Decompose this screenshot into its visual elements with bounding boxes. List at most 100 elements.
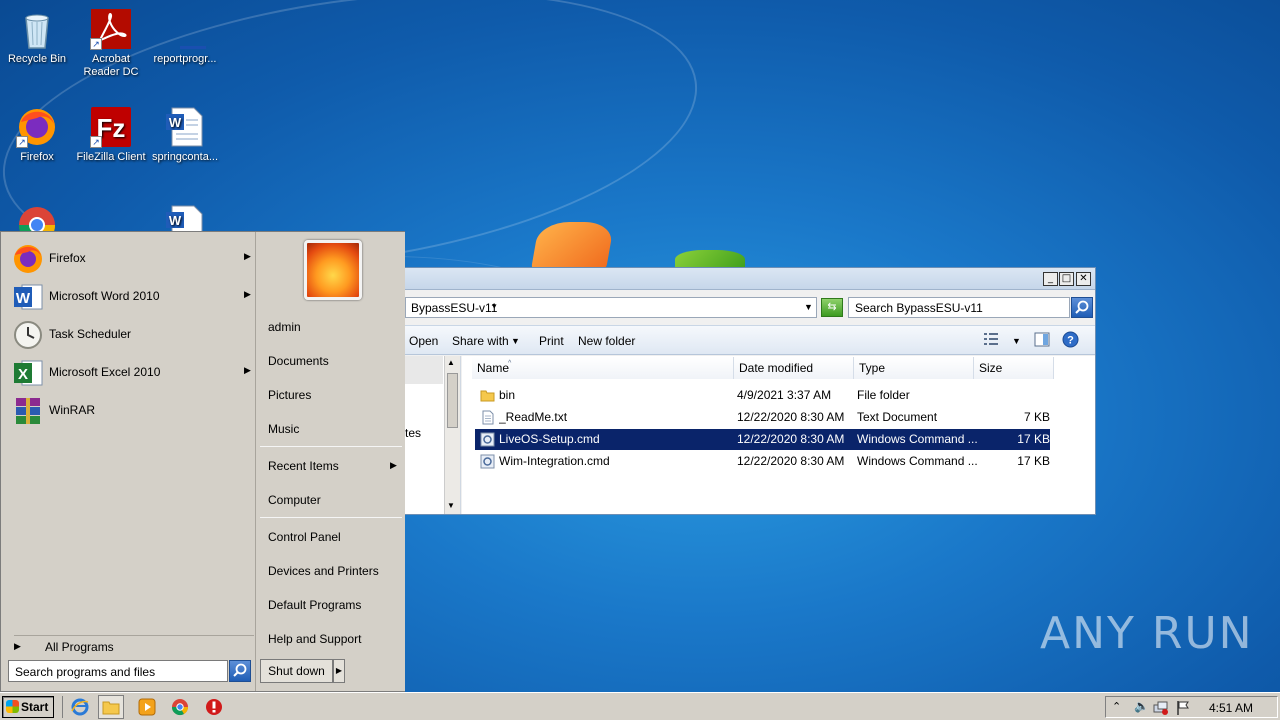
scrollbar-thumb[interactable]	[447, 373, 458, 428]
user-avatar[interactable]	[304, 240, 362, 300]
folder-icon	[480, 390, 495, 402]
column-header-date[interactable]: Date modified	[734, 357, 854, 379]
text-file-icon	[482, 410, 494, 425]
pinned-item-excel[interactable]: X Microsoft Excel 2010 ▶	[12, 355, 254, 389]
shutdown-options-button[interactable]: ▶	[333, 659, 345, 683]
close-button[interactable]: ✕	[1076, 272, 1091, 286]
desktop-icon-label: Recycle Bin	[7, 53, 67, 65]
table-row[interactable]: _ReadMe.txt 12/22/2020 8:30 AM Text Docu…	[475, 407, 1050, 428]
cmd-file-icon	[480, 454, 495, 469]
desktop-icon-springconta[interactable]: W springconta...	[148, 106, 222, 164]
control-panel-link[interactable]: Control Panel	[268, 530, 341, 544]
search-button[interactable]	[1071, 297, 1093, 318]
sort-ascending-icon: ^	[508, 360, 512, 367]
pinned-item-word[interactable]: W Microsoft Word 2010 ▶	[12, 279, 254, 313]
devices-printers-link[interactable]: Devices and Printers	[268, 564, 379, 578]
file-type: Windows Command ...	[857, 454, 978, 468]
new-folder-button[interactable]: New folder	[578, 334, 635, 348]
scroll-up-icon[interactable]: ▲	[447, 358, 455, 367]
recent-items-link[interactable]: Recent Items	[268, 459, 339, 473]
table-row[interactable]: bin 4/9/2021 3:37 AM File folder	[475, 385, 1050, 406]
column-header-label: Name	[477, 361, 510, 375]
submenu-arrow-icon: ▶	[390, 460, 397, 470]
pinned-item-winrar[interactable]: WinRAR	[12, 393, 254, 427]
nav-selected-item[interactable]	[405, 356, 443, 384]
share-with-button[interactable]: Share with	[452, 334, 509, 348]
desktop-icon-label: Firefox	[20, 151, 54, 163]
table-row[interactable]: Wim-Integration.cmd 12/22/2020 8:30 AM W…	[475, 451, 1050, 472]
default-programs-link[interactable]: Default Programs	[268, 598, 361, 612]
desktop-icon-firefox[interactable]: ↗ Firefox	[0, 106, 74, 164]
column-header-size[interactable]: Size	[974, 357, 1054, 379]
address-dropdown-icon[interactable]: ▼	[804, 302, 813, 312]
address-bar[interactable]: BypassESU-v11 ▾ ▼	[405, 297, 817, 318]
start-search-input[interactable]: Search programs and files	[8, 660, 228, 682]
maximize-button[interactable]: □	[1059, 272, 1074, 286]
column-header-type[interactable]: Type	[854, 357, 974, 379]
submenu-arrow-icon: ▶	[244, 251, 251, 261]
start-search-placeholder: Search programs and files	[15, 665, 156, 679]
help-support-link[interactable]: Help and Support	[268, 632, 361, 646]
pinned-item-firefox[interactable]: Firefox ▶	[12, 241, 254, 275]
shutdown-button[interactable]: Shut down	[260, 659, 333, 683]
system-tray: ⌃ 🔈 4:51 AM	[1105, 696, 1278, 718]
media-player-icon[interactable]	[138, 698, 156, 716]
preview-pane-icon[interactable]	[1034, 332, 1050, 350]
refresh-button[interactable]: ⇆	[821, 298, 843, 317]
file-date: 12/22/2020 8:30 AM	[737, 454, 845, 468]
pinned-item-label: Firefox	[49, 251, 86, 265]
view-options-icon[interactable]	[983, 332, 999, 349]
desktop-icon-acrobat[interactable]: ↗ Acrobat Reader DC	[74, 8, 148, 79]
firefox-icon: ↗	[16, 106, 58, 148]
nav-scrollbar[interactable]: ▲ ▼	[444, 356, 460, 514]
start-search-button[interactable]	[229, 660, 251, 682]
shortcut-arrow-icon: ↗	[90, 38, 102, 50]
user-folder-link[interactable]: admin	[268, 320, 301, 334]
view-dropdown-icon[interactable]: ▼	[1012, 336, 1021, 346]
print-button[interactable]: Print	[539, 334, 564, 348]
pictures-link[interactable]: Pictures	[268, 388, 311, 402]
pinned-item-label: Microsoft Excel 2010	[49, 365, 161, 379]
column-header-name[interactable]: Name ^	[472, 357, 734, 379]
minimize-button[interactable]: _	[1043, 272, 1058, 286]
desktop-icon-filezilla[interactable]: Fz ↗ FileZilla Client	[74, 106, 148, 164]
file-name: Wim-Integration.cmd	[499, 454, 610, 468]
svg-text:W: W	[16, 290, 31, 307]
pinned-item-label: Task Scheduler	[49, 327, 132, 341]
nav-item-fragment[interactable]: tes	[405, 426, 421, 440]
help-icon[interactable]: ?	[1062, 331, 1079, 351]
acrobat-icon: ↗	[90, 8, 132, 50]
desktop-icon-label: reportprogr...	[153, 53, 217, 65]
show-hidden-icons-icon[interactable]: ⌃	[1112, 700, 1121, 713]
open-button[interactable]: Open	[409, 334, 438, 348]
chrome-icon[interactable]	[171, 698, 189, 716]
pinned-item-task-scheduler[interactable]: Task Scheduler	[12, 317, 254, 351]
documents-link[interactable]: Documents	[268, 354, 329, 368]
desktop-icon-recycle-bin[interactable]: Recycle Bin	[0, 8, 74, 66]
breadcrumb-chevron-icon[interactable]: ▾	[492, 301, 497, 312]
network-icon[interactable]	[1153, 700, 1169, 716]
all-programs-button[interactable]: ▶ All Programs	[14, 635, 254, 654]
internet-explorer-icon[interactable]	[71, 698, 89, 716]
breadcrumb[interactable]: BypassESU-v11	[411, 301, 497, 315]
firefox-icon	[14, 245, 42, 273]
music-link[interactable]: Music	[268, 422, 299, 436]
desktop-icon-report[interactable]: reportprogr...	[148, 8, 222, 66]
clock[interactable]: 4:51 AM	[1209, 701, 1253, 715]
share-dropdown-icon[interactable]: ▼	[511, 336, 520, 346]
volume-icon[interactable]: 🔈	[1134, 699, 1149, 713]
start-label: Start	[21, 700, 49, 714]
scroll-down-icon[interactable]: ▼	[447, 501, 455, 510]
table-row-selected[interactable]: LiveOS-Setup.cmd 12/22/2020 8:30 AM Wind…	[475, 429, 1050, 450]
start-menu-programs: Firefox ▶ W Microsoft Word 2010 ▶ Task S…	[4, 235, 254, 654]
start-button[interactable]: Start	[2, 696, 54, 718]
antivirus-icon[interactable]	[205, 698, 223, 716]
action-center-flag-icon[interactable]	[1176, 700, 1190, 716]
file-type: Windows Command ...	[857, 432, 978, 446]
computer-link[interactable]: Computer	[268, 493, 321, 507]
column-header-label: Size	[979, 361, 1003, 375]
window-titlebar[interactable]: _ □ ✕	[405, 268, 1095, 290]
file-size: 17 KB	[1017, 432, 1050, 446]
search-input[interactable]: Search BypassESU-v11	[848, 297, 1070, 318]
taskbar-explorer-button[interactable]	[98, 695, 124, 719]
